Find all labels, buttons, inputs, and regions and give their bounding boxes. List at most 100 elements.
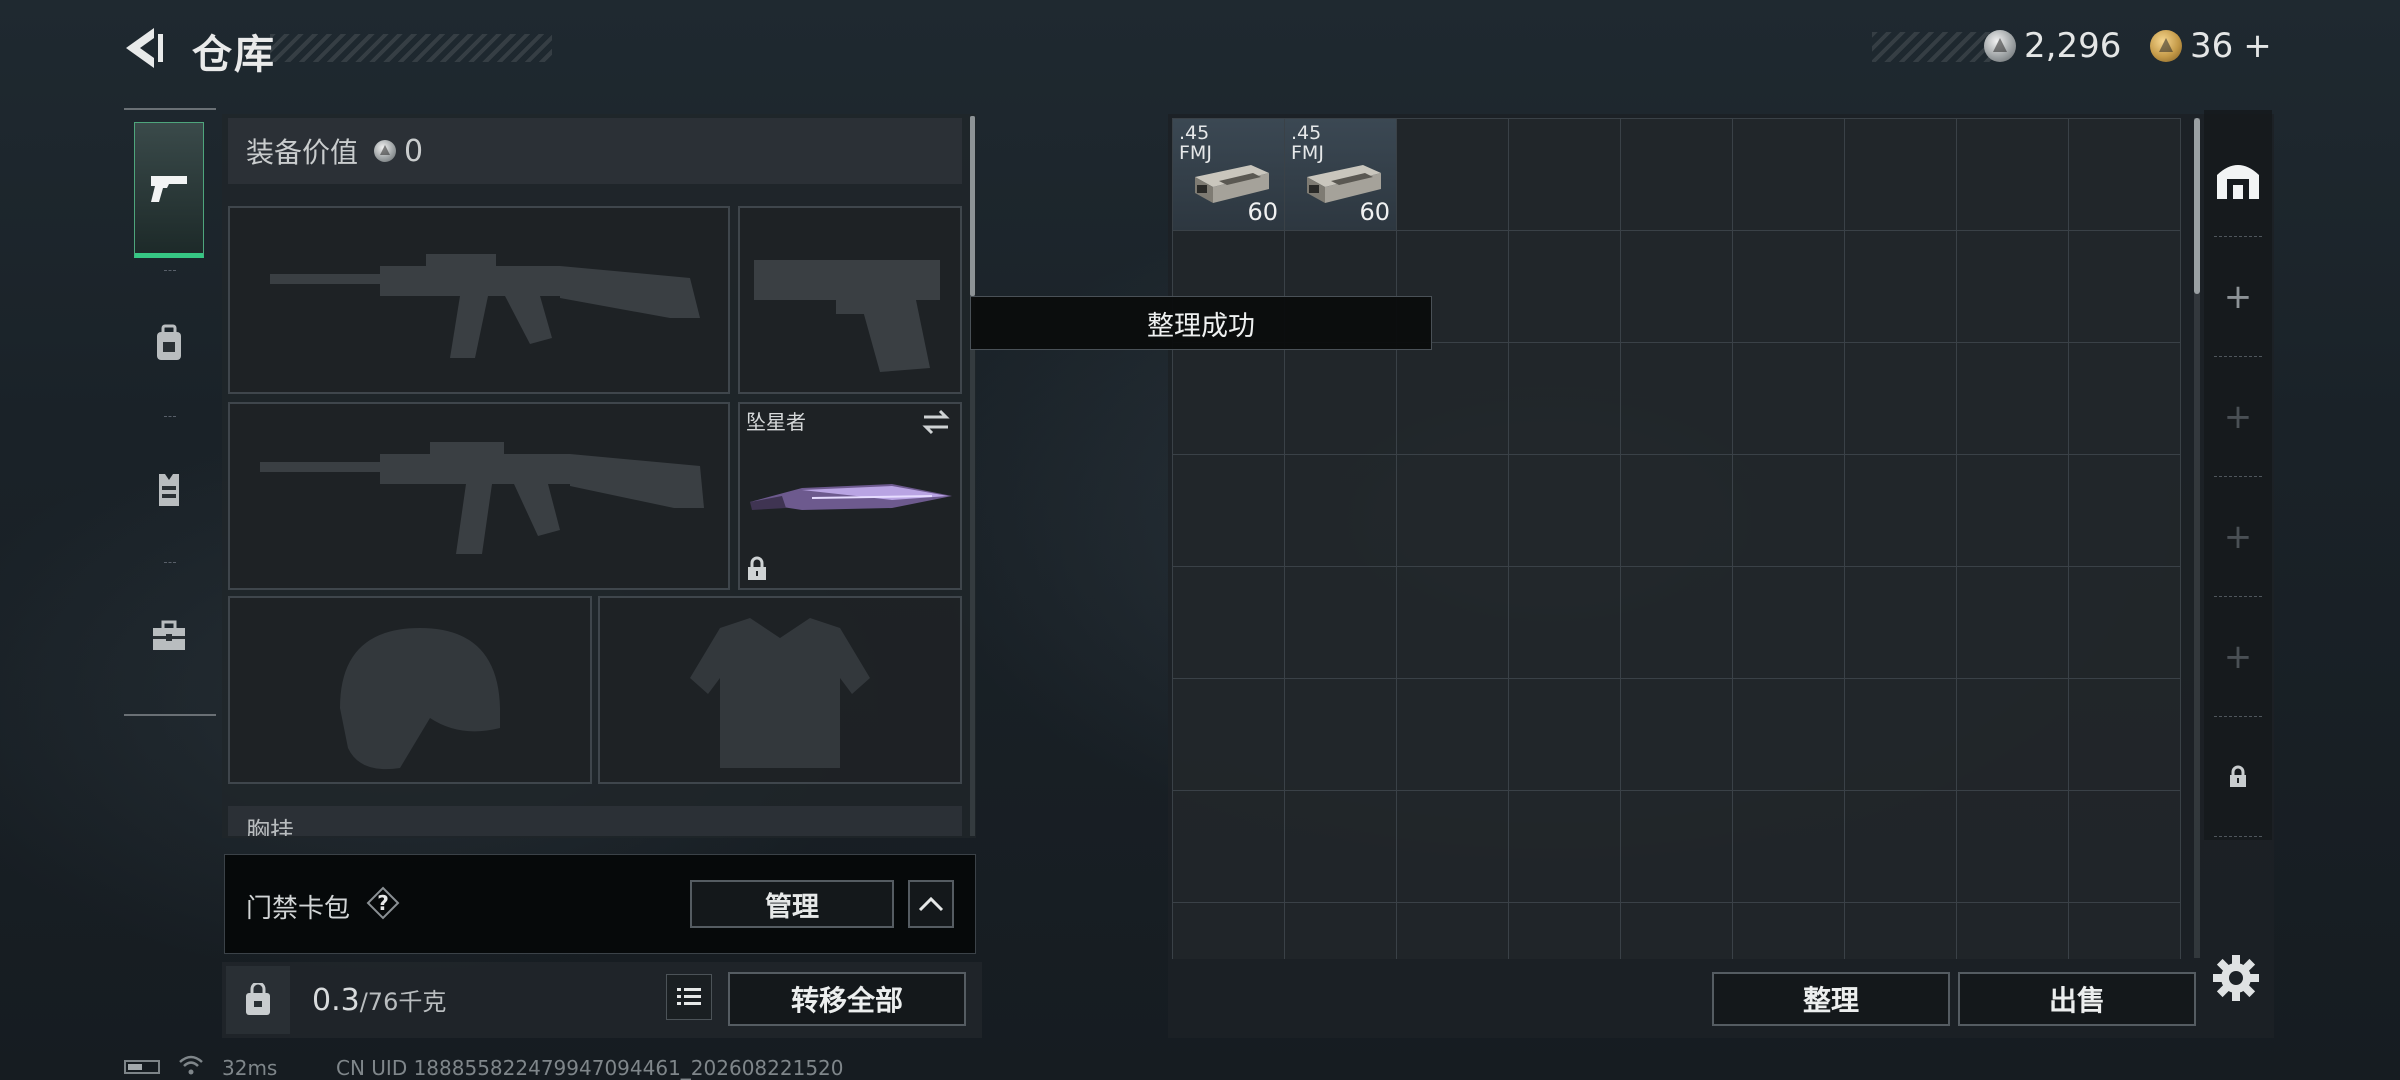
sort-button[interactable]: 整理: [1712, 972, 1950, 1026]
storage-cell[interactable]: [1509, 119, 1621, 231]
storage-cell[interactable]: [1173, 791, 1285, 903]
storage-cell[interactable]: [1397, 343, 1509, 455]
back-button[interactable]: [118, 22, 170, 74]
secondary-weapon-slot[interactable]: [228, 402, 730, 590]
storage-tab-home[interactable]: [2204, 124, 2272, 234]
storage-cell[interactable]: [1397, 903, 1509, 959]
storage-cell[interactable]: [1733, 231, 1845, 343]
storage-cell[interactable]: [2069, 455, 2181, 567]
storage-tab-empty[interactable]: +: [2204, 602, 2272, 712]
storage-cell[interactable]: [1621, 679, 1733, 791]
sell-button[interactable]: 出售: [1958, 972, 2196, 1026]
storage-cell[interactable]: [1733, 119, 1845, 231]
rail-item-weapons[interactable]: [134, 122, 204, 258]
storage-cell[interactable]: [1621, 231, 1733, 343]
storage-cell[interactable]: [2069, 119, 2181, 231]
storage-cell[interactable]: [1733, 343, 1845, 455]
storage-tab-add[interactable]: +: [2204, 242, 2272, 352]
expand-button[interactable]: [908, 880, 954, 928]
storage-cell[interactable]: [1285, 903, 1397, 959]
melee-slot[interactable]: 坠星者: [738, 402, 962, 590]
storage-cell[interactable]: [1285, 455, 1397, 567]
storage-cell[interactable]: [1621, 567, 1733, 679]
storage-cell[interactable]: [1845, 119, 1957, 231]
primary-weapon-slot[interactable]: [228, 206, 730, 394]
settings-gear-icon[interactable]: [2210, 952, 2262, 1004]
storage-tab-empty[interactable]: +: [2204, 362, 2272, 472]
storage-cell[interactable]: [1173, 343, 1285, 455]
storage-cell[interactable]: [1957, 679, 2069, 791]
storage-cell[interactable]: [1733, 679, 1845, 791]
storage-cell[interactable]: [1509, 791, 1621, 903]
storage-cell[interactable]: [2069, 791, 2181, 903]
transfer-all-button[interactable]: 转移全部: [728, 972, 966, 1026]
storage-cell[interactable]: [1845, 679, 1957, 791]
add-currency-icon[interactable]: +: [2243, 26, 2272, 66]
storage-cell[interactable]: [1957, 343, 2069, 455]
storage-cell[interactable]: [1957, 119, 2069, 231]
storage-cell[interactable]: [1509, 903, 1621, 959]
rail-item-chest-rig[interactable]: [134, 422, 204, 558]
list-view-button[interactable]: [666, 974, 712, 1020]
storage-cell[interactable]: [1845, 343, 1957, 455]
storage-cell[interactable]: [1397, 791, 1509, 903]
rail-item-backpack[interactable]: [134, 276, 204, 412]
storage-cell[interactable]: [1957, 567, 2069, 679]
storage-cell[interactable]: [1173, 903, 1285, 959]
ammo-item[interactable]: .45 FMJ 60: [1285, 119, 1397, 231]
storage-cell[interactable]: [1845, 231, 1957, 343]
storage-cell[interactable]: [1509, 455, 1621, 567]
storage-cell[interactable]: [1397, 567, 1509, 679]
equipment-scrollbar[interactable]: [970, 116, 975, 296]
storage-cell[interactable]: [1173, 679, 1285, 791]
storage-cell[interactable]: [1957, 791, 2069, 903]
helmet-slot[interactable]: [228, 596, 592, 784]
storage-cell[interactable]: [1733, 903, 1845, 959]
storage-cell[interactable]: [1621, 791, 1733, 903]
storage-cell[interactable]: [1621, 903, 1733, 959]
armor-slot[interactable]: [598, 596, 962, 784]
storage-cell[interactable]: [1285, 567, 1397, 679]
storage-cell[interactable]: [1509, 567, 1621, 679]
storage-cell[interactable]: [1957, 903, 2069, 959]
storage-cell[interactable]: [1397, 119, 1509, 231]
storage-cell[interactable]: [1397, 455, 1509, 567]
pistol-slot[interactable]: [738, 206, 962, 394]
storage-cell[interactable]: [2069, 231, 2181, 343]
gold-currency[interactable]: 36 +: [2150, 26, 2272, 66]
storage-cell[interactable]: [2069, 343, 2181, 455]
swap-icon[interactable]: [920, 408, 952, 436]
storage-cell[interactable]: [1957, 231, 2069, 343]
storage-cell[interactable]: [1621, 455, 1733, 567]
storage-scrollbar[interactable]: [2194, 118, 2200, 294]
storage-cell[interactable]: [1845, 791, 1957, 903]
storage-cell[interactable]: [1733, 455, 1845, 567]
storage-cell[interactable]: [1509, 231, 1621, 343]
storage-cell[interactable]: [1285, 791, 1397, 903]
storage-tab-locked[interactable]: [2204, 722, 2272, 832]
help-icon[interactable]: ?: [366, 886, 400, 920]
storage-cell[interactable]: [1397, 679, 1509, 791]
rail-item-toolbox[interactable]: [134, 568, 204, 704]
storage-cell[interactable]: [1509, 679, 1621, 791]
storage-cell[interactable]: [1509, 343, 1621, 455]
storage-cell[interactable]: [2069, 679, 2181, 791]
ammo-item[interactable]: .45 FMJ 60: [1173, 119, 1285, 231]
storage-cell[interactable]: [1285, 679, 1397, 791]
rifle-silhouette-icon: [270, 254, 700, 358]
storage-cell[interactable]: [1845, 567, 1957, 679]
storage-cell[interactable]: [1733, 791, 1845, 903]
storage-cell[interactable]: [1845, 455, 1957, 567]
storage-cell[interactable]: [1621, 119, 1733, 231]
storage-cell[interactable]: [2069, 567, 2181, 679]
manage-keycard-button[interactable]: 管理: [690, 880, 894, 928]
storage-cell[interactable]: [1957, 455, 2069, 567]
storage-tab-empty[interactable]: +: [2204, 482, 2272, 592]
storage-cell[interactable]: [1845, 903, 1957, 959]
storage-cell[interactable]: [1621, 343, 1733, 455]
storage-cell[interactable]: [1285, 343, 1397, 455]
storage-cell[interactable]: [1173, 455, 1285, 567]
storage-cell[interactable]: [1733, 567, 1845, 679]
storage-cell[interactable]: [2069, 903, 2181, 959]
storage-cell[interactable]: [1173, 567, 1285, 679]
